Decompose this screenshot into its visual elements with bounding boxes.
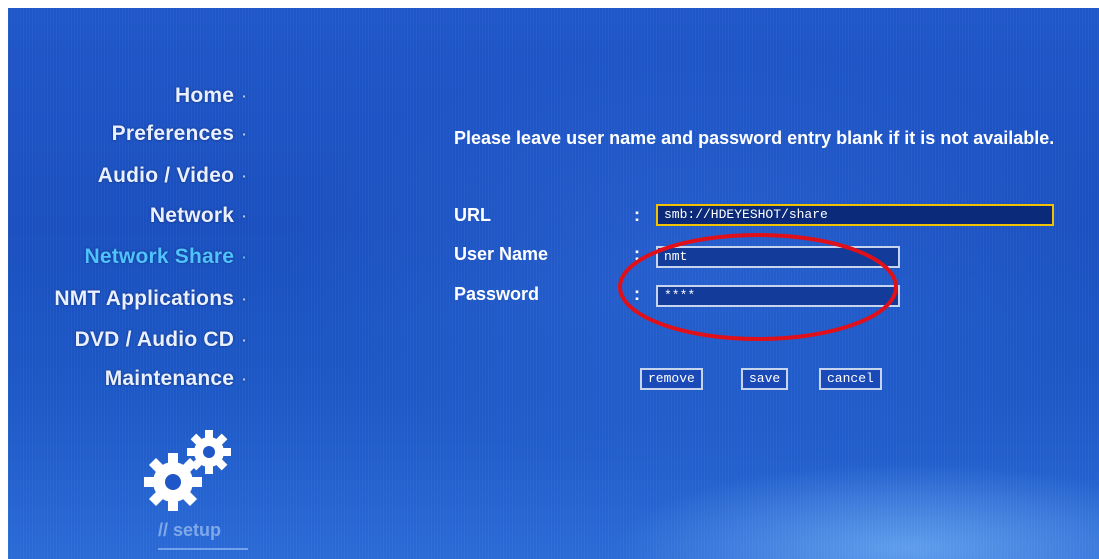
setup-label: // setup [158, 520, 222, 540]
bullet-icon: · [242, 371, 247, 388]
colon: : [634, 205, 640, 225]
menu-item-label: Audio / Video [97, 164, 235, 187]
menu-item-label: DVD / Audio CD [74, 328, 235, 351]
menu-item-audio-video[interactable]: Audio / Video · [98, 164, 247, 188]
gears-icon [144, 430, 231, 511]
bullet-icon: · [242, 168, 247, 185]
menu-item-nmt-applications[interactable]: NMT Applications · [54, 287, 247, 311]
bullet-icon: · [242, 88, 247, 105]
bullet-icon: · [242, 291, 247, 308]
username-label: User Name [454, 244, 549, 264]
cancel-button[interactable]: cancel [819, 368, 882, 390]
menu-item-preferences[interactable]: Preferences · [112, 122, 247, 146]
menu-item-maintenance[interactable]: Maintenance · [105, 367, 247, 391]
menu-item-home[interactable]: Home · [175, 84, 247, 108]
save-button[interactable]: save [741, 368, 789, 390]
menu-item-network[interactable]: Network · [150, 204, 247, 228]
menu-item-label: Home [174, 84, 235, 107]
bullet-icon: · [242, 126, 247, 143]
bullet-icon: · [242, 208, 247, 225]
remove-button[interactable]: remove [640, 368, 703, 390]
bullet-icon: · [242, 332, 247, 349]
annotation-ellipse [618, 233, 898, 341]
bullet-icon: · [242, 249, 247, 266]
divider [158, 548, 248, 550]
url-label: URL [454, 205, 491, 225]
url-field[interactable]: smb://HDEYESHOT/share [656, 204, 1054, 226]
menu-item-label: NMT Applications [54, 287, 235, 310]
menu-item-label: Network [149, 204, 235, 227]
menu-item-label: Maintenance [104, 367, 235, 390]
menu-item-network-share[interactable]: Network Share · [84, 245, 247, 269]
notice-text: Please leave user name and password entr… [454, 128, 1055, 148]
menu-item-label: Network Share [84, 245, 235, 268]
setup-screen: Home · Preferences · Audio / Video · Networ… [8, 8, 1099, 559]
password-label: Password [454, 284, 540, 304]
menu-item-label: Preferences [111, 122, 235, 145]
menu-item-dvd-audio-cd[interactable]: DVD / Audio CD · [75, 328, 247, 352]
